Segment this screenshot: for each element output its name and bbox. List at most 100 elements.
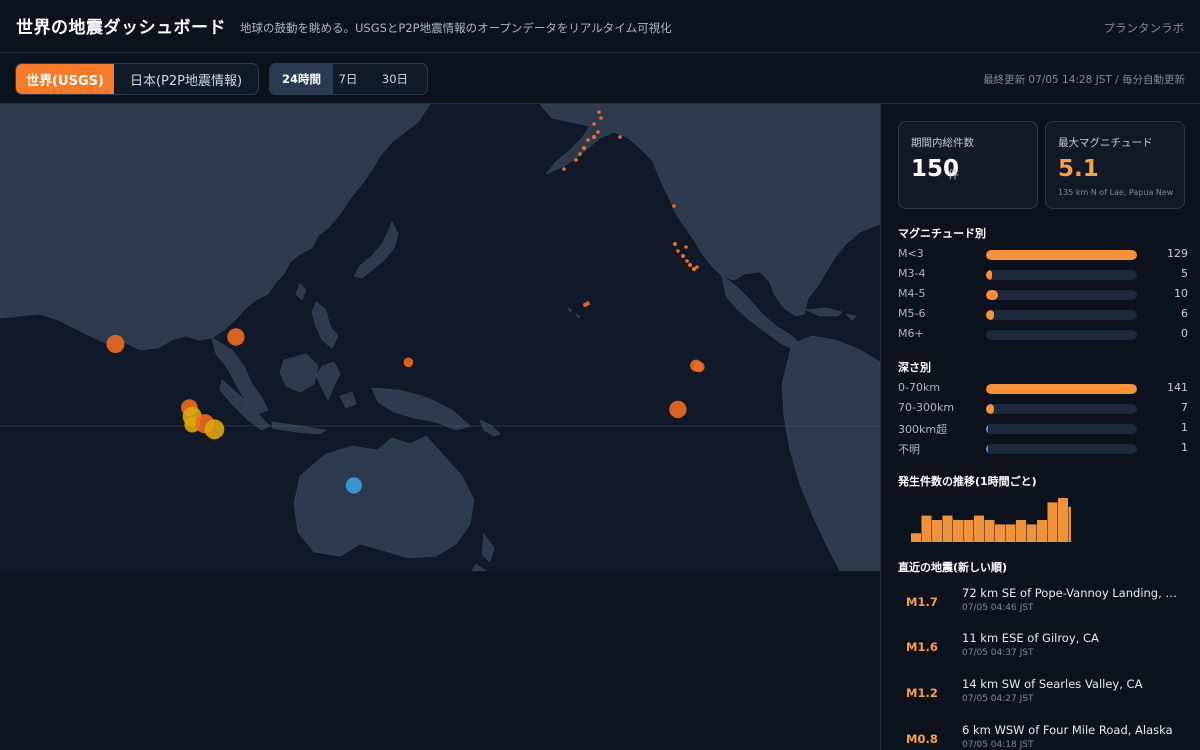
histogram-bar (963, 520, 974, 542)
magnitude-bar-fill (986, 270, 993, 280)
histogram-bar (932, 520, 942, 542)
quake-marker (574, 158, 578, 162)
magnitude-bar-fill (986, 310, 994, 320)
quake-magnitude: M1.6 (906, 640, 938, 654)
period-24h-button[interactable]: 24時間 (270, 64, 333, 94)
quake-marker (681, 254, 685, 258)
brand-link[interactable]: プランタンラボ (1104, 20, 1185, 36)
page-title: 世界の地震ダッシュボード (16, 18, 226, 38)
world-map[interactable] (0, 104, 880, 571)
max-magnitude-location: 135 km N of Lae, Papua New Guinea (1058, 188, 1176, 197)
quake-time: 07/05 04:37 JST (962, 648, 1034, 658)
magnitude-row-count: 6 (1181, 307, 1188, 320)
quake-marker (578, 152, 582, 156)
quake-place: 11 km ESE of Gilroy, CA (962, 631, 1099, 645)
histogram-bar (1016, 520, 1026, 542)
period-30d-button[interactable]: 30日 (363, 64, 427, 94)
total-count-label: 期間内総件数 (911, 137, 974, 149)
period-toggle: 24時間 7日 30日 (269, 63, 428, 95)
world-map-canvas (0, 104, 880, 571)
quake-time: 07/05 04:46 JST (962, 603, 1034, 613)
quake-marker (695, 265, 699, 269)
quake-marker (596, 130, 600, 134)
depth-bar-fill (986, 384, 1137, 394)
depth-row-label: 不明 (898, 443, 920, 456)
depth-row-count: 1 (1181, 441, 1188, 454)
max-magnitude-label: 最大マグニチュード (1058, 137, 1153, 149)
magnitude-bar-track (986, 270, 1137, 280)
quake-place: 72 km SE of Pope-Vannoy Landing, Alaska (962, 586, 1180, 600)
magnitude-row: M3-4 5 (898, 267, 1188, 281)
quake-marker (676, 249, 680, 253)
quake-marker (673, 242, 677, 246)
page-subtitle: 地球の鼓動を眺める。USGSとP2P地震情報のオープンデータをリアルタイム可視化 (240, 21, 672, 35)
source-toggle: 世界(USGS) 日本(P2P地震情報) (15, 63, 259, 95)
magnitude-section-title: マグニチュード別 (898, 227, 986, 240)
histogram-bar (911, 533, 921, 542)
source-p2p-button[interactable]: 日本(P2P地震情報) (114, 64, 258, 94)
quake-marker[interactable] (106, 335, 125, 353)
magnitude-row: M<3 129 (898, 247, 1188, 261)
magnitude-bar-track (986, 330, 1137, 340)
source-usgs-button[interactable]: 世界(USGS) (16, 64, 114, 94)
quake-magnitude: M1.2 (906, 686, 938, 700)
quake-marker (586, 138, 590, 142)
recent-quake-item[interactable]: M1.6 11 km ESE of Gilroy, CA 07/05 04:37 J… (898, 631, 1188, 671)
quake-marker (582, 146, 586, 150)
depth-row-count: 141 (1167, 381, 1188, 394)
histogram-bar (921, 515, 932, 542)
magnitude-row-count: 129 (1167, 247, 1188, 260)
magnitude-row-count: 0 (1181, 327, 1188, 340)
stats-sidebar: 期間内総件数 150 件 最大マグニチュード 5.1 135 km N of L… (880, 104, 1200, 750)
quake-marker[interactable] (227, 328, 245, 346)
hourly-section-title: 発生件数の推移(1時間ごと) (898, 475, 1037, 488)
quake-marker (688, 263, 692, 267)
period-7d-button[interactable]: 7日 (333, 64, 363, 94)
quake-marker[interactable] (345, 477, 362, 494)
quake-marker (685, 259, 689, 263)
depth-bar-track (986, 444, 1137, 454)
depth-row-count: 7 (1181, 401, 1188, 414)
magnitude-row-label: M3-4 (898, 267, 926, 280)
depth-row: 不明 1 (898, 441, 1188, 456)
quake-marker (597, 110, 601, 114)
depth-row-count: 1 (1181, 421, 1188, 434)
map-footer-area (0, 571, 880, 750)
recent-quake-item[interactable]: M1.7 72 km SE of Pope-Vannoy Landing, Ala… (898, 586, 1188, 626)
histogram-bar (995, 524, 1005, 542)
magnitude-row: M4-5 10 (898, 287, 1188, 301)
recent-quake-item[interactable]: M0.8 6 km WSW of Four Mile Road, Alaska 07… (898, 723, 1188, 750)
magnitude-row: M6+ 0 (898, 327, 1188, 341)
max-magnitude-value: 5.1 (1058, 156, 1099, 182)
total-count-unit: 件 (948, 168, 959, 181)
recent-quake-item[interactable]: M1.2 14 km SW of Searles Valley, CA 07/05 … (898, 677, 1188, 717)
max-magnitude-card[interactable]: 最大マグニチュード 5.1 135 km N of Lae, Papua New… (1045, 121, 1185, 209)
depth-row-label: 70-300km (898, 401, 955, 414)
depth-row-label: 300km超 (898, 423, 948, 436)
quake-magnitude: M0.8 (906, 732, 938, 746)
quake-marker[interactable] (669, 400, 687, 419)
quake-marker[interactable] (585, 301, 590, 306)
last-updated-text: 最終更新 07/05 14:28 JST / 毎分自動更新 (983, 74, 1185, 86)
histogram-bar (1037, 520, 1047, 542)
depth-row: 300km超 1 (898, 421, 1188, 436)
quake-marker (672, 204, 676, 208)
quake-marker (684, 245, 688, 249)
histogram-bar (984, 520, 995, 542)
quake-marker[interactable] (204, 419, 225, 440)
quake-time: 07/05 04:18 JST (962, 740, 1034, 750)
quake-marker[interactable] (403, 357, 414, 368)
depth-section-title: 深さ別 (898, 361, 931, 374)
quake-marker (562, 167, 566, 171)
histogram-bar (974, 515, 984, 542)
header-bar: 世界の地震ダッシュボード 地球の鼓動を眺める。USGSとP2P地震情報のオープン… (0, 0, 1200, 53)
depth-bar-fill (986, 424, 988, 434)
total-count-card: 期間内総件数 150 件 (898, 121, 1038, 209)
depth-bar-track (986, 384, 1137, 394)
quake-marker[interactable] (693, 361, 705, 373)
histogram-bar (942, 515, 953, 542)
quake-marker (592, 122, 596, 126)
quake-place: 6 km WSW of Four Mile Road, Alaska (962, 723, 1173, 737)
depth-row-label: 0-70km (898, 381, 941, 394)
histogram-bar (1068, 506, 1071, 542)
